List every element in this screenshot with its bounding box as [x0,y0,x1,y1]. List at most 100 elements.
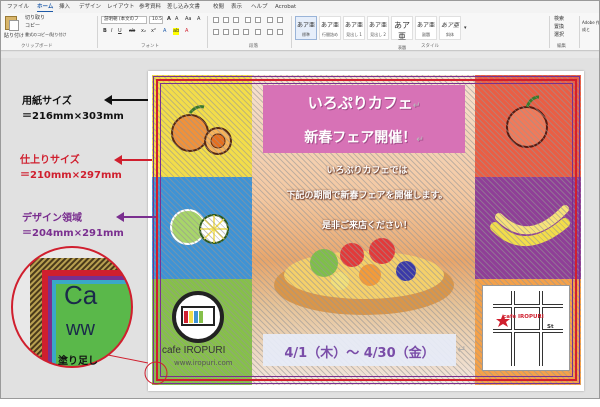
bold-button[interactable]: B [103,28,107,35]
sort-icon[interactable] [267,17,273,23]
tab-layout[interactable]: レイアウト [107,2,135,12]
flyer-subtitle-text: 新春フェア開催！ [304,130,417,146]
numbering-icon[interactable] [223,17,229,23]
group-separator [207,16,208,48]
tab-home[interactable]: ホーム [37,2,54,12]
flyer-design: cafe IROPURI St いろぷりカフェ↵ 新春フェア開催！↵ いろぷりカ… [152,75,581,385]
citrus-fruit-illustration [170,209,229,245]
ribbon-tab-bar: ファイル ホーム 挿入 デザイン レイアウト 参考資料 差し込み文書 校閲 表示… [1,1,599,13]
intro-line-1: いろぷりカフェでは [326,166,408,176]
style-subtitle[interactable]: あア亜 副題 [415,16,437,40]
text-effects-icon[interactable]: A [163,28,166,35]
find-button[interactable]: 検索 [554,16,564,23]
group-label-styles: スタイル [421,44,439,49]
clear-format-icon[interactable]: A [197,16,200,23]
style-title[interactable]: あア亜 表題 [391,16,413,50]
paste-button[interactable]: 貼り付け [4,33,24,40]
font-name-select[interactable]: 游明朝 (本文のフ [101,16,147,24]
map-inset: cafe IROPURI St [482,285,570,371]
justify-icon[interactable] [243,29,249,35]
shading-icon[interactable] [267,29,273,35]
tab-mailings[interactable]: 差し込み文書 [167,2,200,12]
tab-references[interactable]: 参考資料 [139,2,161,12]
acrobat-create-button[interactable]: Adobe 作成と [582,19,599,33]
style-heading-2[interactable]: あア亜 見出し 2 [367,16,389,40]
tab-design[interactable]: デザイン [79,2,101,12]
bullets-icon[interactable] [213,17,219,23]
font-size-select[interactable]: 10.5 [149,16,163,24]
styles-more-icon[interactable]: ▾ [464,25,467,32]
strikethrough-button[interactable]: ab [129,28,135,35]
decrease-indent-icon[interactable] [245,17,251,23]
tab-insert[interactable]: 挿入 [59,2,70,12]
italic-button[interactable]: I [111,28,112,35]
style-name: 見出し 2 [370,32,386,37]
align-left-icon[interactable] [213,29,219,35]
style-heading-1[interactable]: あア亜 見出し 1 [343,16,365,40]
apple-illustration [506,95,548,148]
show-marks-icon[interactable] [277,17,283,23]
group-separator [97,16,98,48]
trim-size-annotation: 仕上りサイズ ＝210mm×297mm [20,151,122,181]
highlight-icon[interactable]: ab [173,28,180,35]
align-right-icon[interactable] [233,29,239,35]
annotation-title: デザイン領域 [22,213,82,224]
group-separator [579,16,580,48]
style-no-spacing[interactable]: あア亜 行間詰め [319,16,341,40]
change-case-icon[interactable]: Aa [185,16,191,23]
arrow-left-icon [116,212,124,222]
flyer-title: いろぷりカフェ↵ [263,92,465,113]
cafe-logo-icon [172,291,224,343]
tab-file[interactable]: ファイル [7,2,29,12]
arrow-left-icon [104,95,112,105]
street-map [493,291,563,366]
increase-indent-icon[interactable] [255,17,261,23]
multilevel-icon[interactable] [233,17,239,23]
tile-yellow [152,75,252,177]
orange-fruit-illustration [171,105,232,155]
style-name: 標準 [302,32,310,37]
tab-acrobat[interactable]: Acrobat [275,2,296,12]
align-center-icon[interactable] [223,29,229,35]
paste-icon[interactable] [5,16,19,31]
date-box: 4/1（木）～ 4/30（金） [263,334,456,366]
font-color-icon[interactable]: A [185,28,188,35]
style-sample: あア亜 [440,22,459,29]
style-name: 斜体 [446,32,454,37]
style-emphasis[interactable]: あア亜 斜体 [439,16,461,40]
paragraph-mark: ↵ [457,343,467,356]
copy-button[interactable]: コピー [25,23,40,30]
select-button[interactable]: 選択 [554,32,564,39]
zoom-sample-text: Ca [64,280,98,310]
ruler [1,52,599,58]
zoom-sample-text-2: ww [66,318,95,340]
style-normal[interactable]: あア亜 標準 [295,16,317,40]
subscript-button[interactable]: x₂ [141,28,146,35]
title-banner: いろぷりカフェ↵ 新春フェア開催！↵ [263,85,465,153]
tab-view[interactable]: 表示 [231,2,242,12]
underline-button[interactable]: U [118,28,122,35]
banana-illustration [490,205,570,246]
shrink-font-icon[interactable]: A [175,16,178,23]
annotation-value: ＝216mm×303mm [22,111,124,122]
line-spacing-icon[interactable] [255,29,261,35]
format-painter-button[interactable]: 書式のコピー/貼り付け [25,31,66,38]
grow-font-icon[interactable]: A [167,16,171,23]
replace-button[interactable]: 置換 [554,24,564,31]
cut-button[interactable]: 切り取り [25,15,45,22]
tab-review[interactable]: 校閲 [213,2,224,12]
style-name: 副題 [422,32,430,37]
group-separator [291,16,292,48]
group-label-editing: 編集 [557,44,566,49]
map-street-label: St [547,324,554,330]
tab-help[interactable]: ヘルプ [251,2,268,12]
superscript-button[interactable]: x² [151,28,156,35]
flyer-subtitle: 新春フェア開催！↵ [263,127,465,147]
tile-red [475,75,581,177]
event-dates: 4/1（木）～ 4/30（金） [284,346,435,361]
style-name: 表題 [398,45,406,50]
style-name: 行間詰め [322,32,338,37]
arrow-left-icon [114,155,122,165]
borders-icon[interactable] [277,29,283,35]
style-sample: あア亜 [394,21,410,41]
